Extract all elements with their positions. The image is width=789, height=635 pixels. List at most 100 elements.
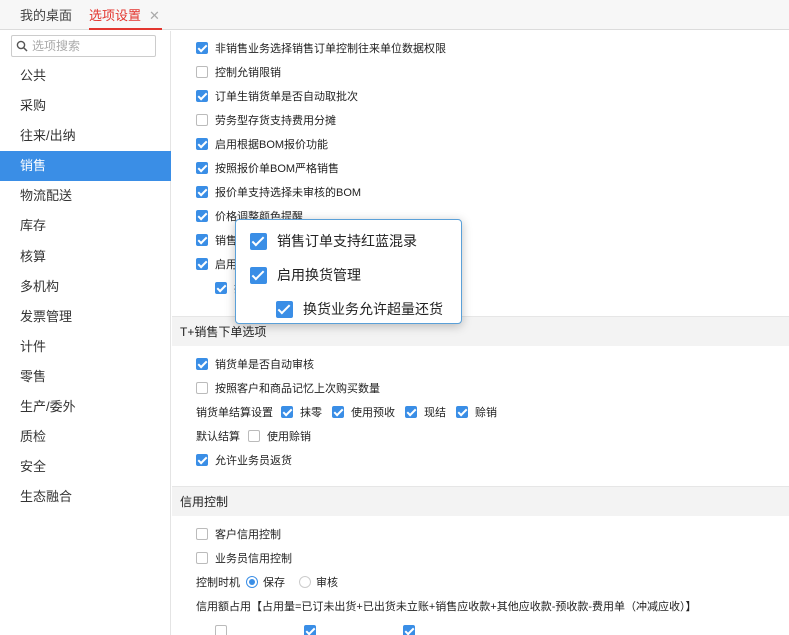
option-label: 允许业务员返货	[215, 455, 292, 467]
sidebar-item[interactable]: 多机构	[0, 272, 171, 302]
checkbox[interactable]	[196, 162, 208, 174]
checkbox[interactable]	[215, 625, 227, 635]
option-label: 赊销	[475, 407, 497, 419]
option-row[interactable]: 非销售业务选择销售订单控制往来单位数据权限	[196, 40, 446, 56]
option-label: 按照报价单BOM严格销售	[215, 163, 340, 175]
section-title: 信用控制	[180, 495, 229, 509]
radio-label: 审核	[316, 577, 338, 589]
checkbox[interactable]	[196, 210, 208, 222]
option-row[interactable]: 按照客户和商品记忆上次购买数量	[196, 380, 380, 396]
sidebar-item[interactable]: 计件	[0, 332, 171, 362]
section-title: T+销售下单选项	[180, 325, 267, 339]
checkbox[interactable]	[215, 282, 227, 294]
sidebar-item[interactable]: 销售	[0, 151, 171, 182]
checkbox[interactable]	[196, 552, 208, 564]
close-icon[interactable]: ✕	[149, 8, 160, 23]
option-label: 报价单支持选择未审核的BOM	[215, 187, 362, 199]
option-label: 非销售业务选择销售订单控制往来单位数据权限	[215, 43, 446, 55]
radio-audit[interactable]	[299, 576, 311, 588]
control-timing-label: 控制时机	[196, 577, 240, 589]
option-label: 业务员信用控制	[215, 553, 292, 565]
option-row[interactable]: 启用	[196, 256, 237, 272]
settlement-row: 销货单结算设置 抹零 使用预收 现结 赊销	[196, 404, 497, 420]
checkbox[interactable]	[196, 234, 208, 246]
sidebar-item[interactable]: 安全	[0, 452, 171, 482]
checkbox[interactable]	[281, 406, 293, 418]
option-label: 使用赊销	[267, 431, 311, 443]
sidebar-item[interactable]: 往来/出纳	[0, 121, 171, 151]
checkbox[interactable]	[196, 66, 208, 78]
default-settlement-row: 默认结算 使用赊销	[196, 428, 311, 444]
popup-option[interactable]: 销售订单支持红蓝混录	[250, 232, 417, 250]
checkbox[interactable]	[456, 406, 468, 418]
checkbox[interactable]	[196, 90, 208, 102]
sidebar-item[interactable]: 物流配送	[0, 181, 171, 211]
option-row[interactable]: 劳务型存货支持费用分摊	[196, 112, 336, 128]
settlement-label: 销货单结算设置	[196, 407, 273, 419]
search-icon	[16, 40, 28, 52]
option-row[interactable]: 业务员信用控制	[196, 550, 292, 566]
option-row[interactable]: 按照报价单BOM严格销售	[196, 160, 339, 176]
checkbox[interactable]	[196, 186, 208, 198]
sidebar-item[interactable]: 生产/委外	[0, 392, 171, 422]
tab-label: 选项设置	[89, 8, 142, 23]
option-label: 控制允销限销	[215, 67, 281, 79]
sidebar-item[interactable]: 质检	[0, 422, 171, 452]
option-label: 启用	[215, 259, 237, 271]
checkbox[interactable]	[405, 406, 417, 418]
sidebar-item[interactable]: 零售	[0, 362, 171, 392]
option-label: 客户信用控制	[215, 529, 281, 541]
popup-option[interactable]: 启用换货管理	[250, 266, 361, 284]
search-input[interactable]: 选项搜索	[11, 35, 156, 57]
option-label: 使用预收	[351, 407, 395, 419]
checkbox[interactable]	[250, 266, 267, 284]
option-label: 启用换货管理	[277, 267, 361, 283]
credit-usage-row: 信用额占用【占用量=已订未出货+已出货未立账+销售应收款+其他应收款-预收款-费…	[196, 598, 697, 614]
options-settings-window: 我的桌面 选项设置 ✕ 选项搜索 公共 采购 往来/出纳 销售 物流配送 库存 核算 多机构 发票…	[0, 0, 789, 635]
sidebar-item[interactable]: 采购	[0, 91, 171, 121]
credit-usage-label: 信用额占用【占用量=已订未出货+已出货未立账+销售应收款+其他应收款-预收款-费…	[196, 601, 697, 613]
option-label: 销货单是否自动审核	[215, 359, 314, 371]
checkbox[interactable]	[196, 528, 208, 540]
option-label: 启用根据BOM报价功能	[215, 139, 329, 151]
option-row[interactable]: 控制允销限销	[196, 64, 281, 80]
checkbox[interactable]	[196, 114, 208, 126]
checkbox[interactable]	[196, 358, 208, 370]
option-label: 按照客户和商品记忆上次购买数量	[215, 383, 380, 395]
option-label: 换货业务允许超量还货	[303, 301, 443, 317]
checkbox[interactable]	[250, 232, 267, 250]
checkbox[interactable]	[196, 42, 208, 54]
checkbox[interactable]	[196, 382, 208, 394]
sidebar-item[interactable]: 发票管理	[0, 302, 171, 332]
checkbox[interactable]	[403, 625, 415, 635]
sidebar: 选项搜索 公共 采购 往来/出纳 销售 物流配送 库存 核算 多机构 发票管理 计件 零售 生产/委外…	[0, 31, 171, 635]
radio-label: 保存	[263, 577, 285, 589]
option-row[interactable]: 客户信用控制	[196, 526, 281, 542]
tab-my-desktop[interactable]: 我的桌面	[20, 8, 72, 30]
checkbox[interactable]	[196, 454, 208, 466]
checkbox[interactable]	[304, 625, 316, 635]
search-placeholder: 选项搜索	[32, 39, 81, 53]
tab-bar: 我的桌面 选项设置 ✕	[0, 0, 789, 30]
option-row[interactable]: 销货单是否自动审核	[196, 356, 314, 372]
checkbox[interactable]	[196, 138, 208, 150]
sidebar-item[interactable]: 核算	[0, 242, 171, 272]
checkbox[interactable]	[332, 406, 344, 418]
tab-options-settings[interactable]: 选项设置 ✕	[89, 8, 162, 30]
popup-option[interactable]: 换货业务允许超量还货	[276, 300, 443, 318]
checkbox[interactable]	[196, 258, 208, 270]
option-row[interactable]: 允许业务员返货	[196, 452, 292, 468]
option-row[interactable]: 销售	[196, 232, 237, 248]
checkbox[interactable]	[276, 300, 293, 318]
sidebar-item[interactable]: 库存	[0, 211, 171, 241]
option-row[interactable]: 报价单支持选择未审核的BOM	[196, 184, 361, 200]
radio-save[interactable]	[246, 576, 258, 588]
sidebar-item[interactable]: 生态融合	[0, 482, 171, 512]
checkbox[interactable]	[248, 430, 260, 442]
option-row[interactable]: 订单生销货单是否自动取批次	[196, 88, 358, 104]
sidebar-item[interactable]: 公共	[0, 61, 171, 91]
option-row[interactable]: 启用根据BOM报价功能	[196, 136, 328, 152]
sidebar-nav: 公共 采购 往来/出纳 销售 物流配送 库存 核算 多机构 发票管理 计件 零售 生产/委外 质检 安全生…	[0, 61, 171, 512]
section-header-credit: 信用控制	[172, 486, 789, 516]
options-panel: 非销售业务选择销售订单控制往来单位数据权限 控制允销限销 订单生销货单是否自动取…	[172, 31, 789, 635]
